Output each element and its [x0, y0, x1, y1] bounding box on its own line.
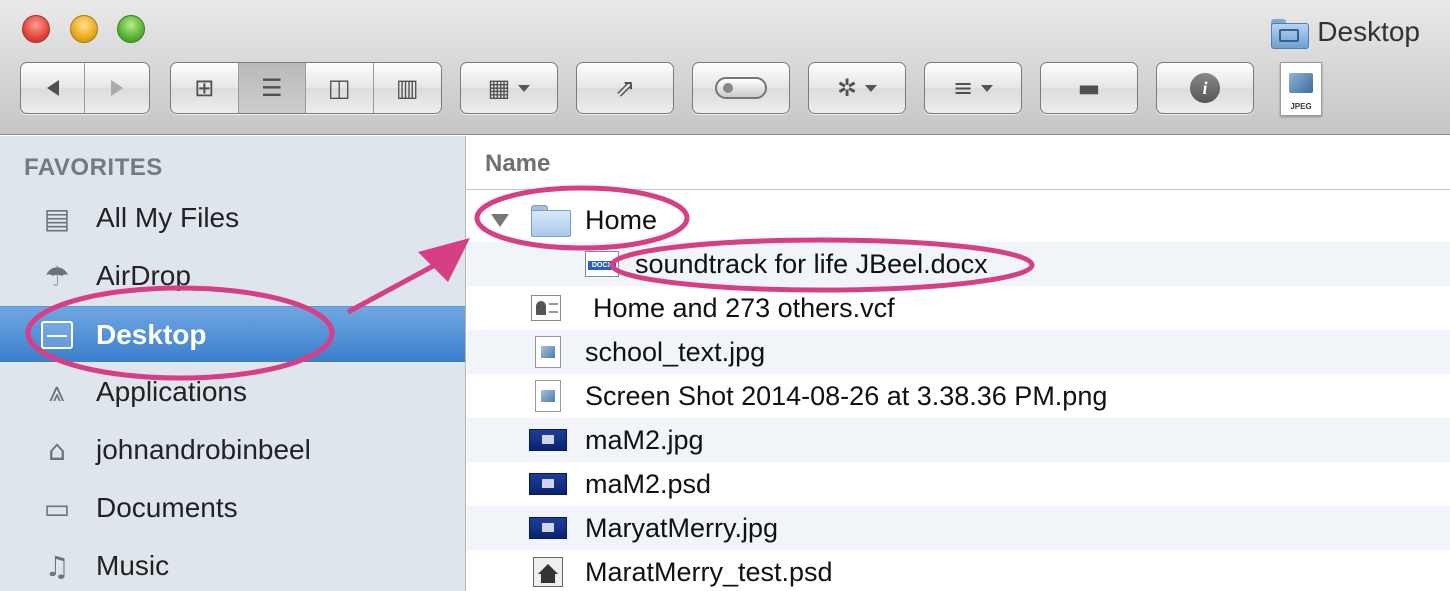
back-arrow-icon: [46, 80, 59, 96]
gear-icon: ✲: [836, 74, 858, 102]
window-title-text: Desktop: [1317, 16, 1420, 47]
home-icon: ⌂: [48, 433, 66, 467]
list-view-button[interactable]: ☰: [238, 63, 306, 113]
info-icon: i: [1190, 73, 1220, 103]
back-forward-control: [20, 62, 150, 114]
image-thumbnail-icon: [529, 473, 567, 495]
file-row-mam2-psd[interactable]: maM2.psd: [467, 462, 1450, 506]
music-icon: ♫: [44, 549, 70, 583]
sidebar-item-music[interactable]: ♫ Music: [0, 538, 465, 591]
image-thumbnail-icon: [529, 517, 567, 539]
view-mode-control: ⊞ ☰ ◫ ▥: [170, 62, 442, 114]
file-row-maratmerry-test[interactable]: MaratMerry_test.psd: [467, 550, 1450, 591]
preview-thumbnail-label: JPEG: [1290, 102, 1312, 111]
list-lines-icon: ☰: [260, 74, 283, 102]
file-row-maryatmerry[interactable]: MaryatMerry.jpg: [467, 506, 1450, 550]
name-column-header[interactable]: Name: [467, 136, 1450, 190]
finder-toolbar: Desktop ⊞ ☰ ◫ ▥ ▦ ⇗ ✲ ≡ ▬ i JPEG: [0, 0, 1450, 135]
sidebar-item-desktop[interactable]: Desktop: [0, 306, 465, 362]
image-thumbnail-icon: [529, 429, 567, 451]
desktop-icon: [40, 318, 74, 352]
sidebar-item-label: Applications: [96, 376, 247, 407]
all-files-icon: ▤: [43, 201, 71, 235]
arrange-button[interactable]: ▦: [460, 62, 558, 114]
arrange-by-button[interactable]: ≡: [924, 62, 1022, 114]
icon-grid-icon: ⊞: [194, 74, 215, 102]
file-row-vcf[interactable]: Home and 273 others.vcf: [467, 286, 1450, 330]
docx-icon-label: DOCX: [588, 261, 616, 270]
arrange-grid-icon: ▦: [487, 74, 511, 102]
file-name: MaratMerry_test.psd: [585, 556, 833, 587]
chevron-down-icon: [865, 84, 878, 92]
forward-arrow-icon: [111, 80, 123, 96]
new-folder-icon: ▬: [1077, 74, 1101, 102]
action-button[interactable]: ✲: [808, 62, 906, 114]
column-view-button[interactable]: ◫: [306, 63, 374, 113]
psd-thumbnail-icon: [533, 557, 563, 587]
file-row-mam2-jpg[interactable]: maM2.jpg: [467, 418, 1450, 462]
sidebar-item-applications[interactable]: ⩓ Applications: [0, 364, 465, 420]
columns-icon: ◫: [327, 74, 351, 102]
sidebar-item-documents[interactable]: ▭ Documents: [0, 480, 465, 536]
sidebar-item-label: johnandrobinbeel: [96, 434, 311, 465]
file-name: MaryatMerry.jpg: [585, 512, 779, 543]
sidebar-item-label: AirDrop: [96, 260, 191, 291]
sidebar-item-all-my-files[interactable]: ▤ All My Files: [0, 190, 465, 246]
airdrop-icon: ☂: [44, 259, 70, 293]
file-name: maM2.jpg: [585, 424, 704, 455]
name-column-label: Name: [485, 150, 551, 177]
sidebar-item-label: All My Files: [96, 202, 240, 233]
forward-button[interactable]: [85, 63, 149, 113]
sidebar: FAVORITES ▤ All My Files ☂ AirDrop Deskt…: [0, 136, 466, 591]
jpg-icon: [535, 336, 561, 368]
icon-view-button[interactable]: ⊞: [171, 63, 239, 113]
sidebar-item-airdrop[interactable]: ☂ AirDrop: [0, 248, 465, 304]
file-name: Home: [585, 204, 658, 235]
desktop-folder-icon: [1271, 17, 1310, 49]
share-button[interactable]: ⇗: [576, 62, 674, 114]
cover-flow-button[interactable]: ▥: [374, 63, 442, 113]
file-name: soundtrack for life JBeel.docx: [635, 248, 988, 279]
file-name: Screen Shot 2014-08-26 at 3.38.36 PM.png: [585, 380, 1108, 411]
file-list: Name Home DOCX soundtrack for life JBeel…: [467, 136, 1450, 591]
sort-lines-icon: ≡: [952, 74, 974, 102]
file-name: Home and 273 others.vcf: [593, 292, 895, 323]
folder-icon: [531, 205, 571, 237]
png-icon: [535, 380, 561, 412]
file-name: maM2.psd: [585, 468, 712, 499]
chevron-down-icon: [981, 84, 994, 92]
minimize-window-button[interactable]: [70, 15, 98, 43]
applications-icon: ⩓: [49, 375, 65, 408]
get-info-button[interactable]: i: [1156, 62, 1254, 114]
sidebar-item-label: Music: [96, 550, 170, 581]
preview-thumbnail[interactable]: JPEG: [1280, 62, 1322, 116]
tag-icon: [715, 77, 767, 99]
close-window-button[interactable]: [22, 15, 50, 43]
docx-icon: DOCX: [585, 251, 619, 277]
image-preview-icon: [1289, 73, 1313, 93]
sidebar-item-label: Desktop: [96, 318, 207, 350]
file-row-screenshot[interactable]: Screen Shot 2014-08-26 at 3.38.36 PM.png: [467, 374, 1450, 418]
file-name: school_text.jpg: [585, 336, 766, 367]
back-button[interactable]: [21, 63, 85, 113]
cover-flow-icon: ▥: [395, 74, 419, 102]
sidebar-item-home[interactable]: ⌂ johnandrobinbeel: [0, 422, 465, 478]
new-folder-button[interactable]: ▬: [1040, 62, 1138, 114]
documents-icon: ▭: [43, 491, 71, 525]
zoom-window-button[interactable]: [117, 15, 145, 43]
sidebar-item-label: Documents: [96, 492, 238, 523]
share-icon: ⇗: [614, 74, 636, 102]
disclosure-triangle-icon[interactable]: [491, 214, 509, 227]
tags-button[interactable]: [692, 62, 790, 114]
file-row-school-text[interactable]: school_text.jpg: [467, 330, 1450, 374]
sidebar-heading: FAVORITES: [24, 154, 163, 181]
chevron-down-icon: [518, 84, 531, 92]
file-row-docx[interactable]: DOCX soundtrack for life JBeel.docx: [467, 242, 1450, 286]
vcard-icon: [531, 295, 561, 321]
file-row-home[interactable]: Home: [467, 198, 1450, 242]
window-title: Desktop: [1271, 14, 1420, 50]
